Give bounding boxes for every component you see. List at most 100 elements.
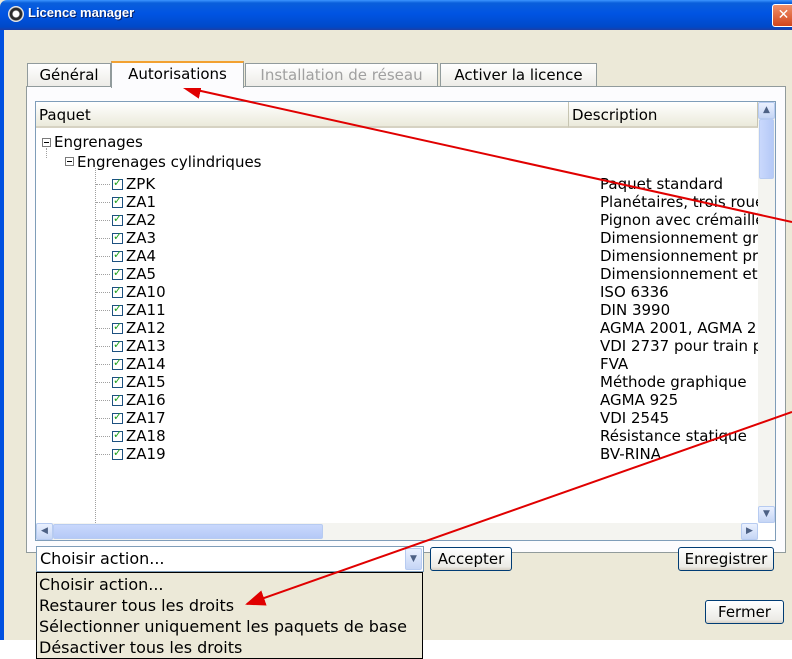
tree-item-za14[interactable]: ZA14 — [126, 356, 166, 372]
tree-connector — [96, 346, 110, 347]
tree-item-za13[interactable]: ZA13 — [126, 338, 166, 354]
accept-button[interactable]: Accepter — [430, 547, 512, 571]
checkbox-za2[interactable] — [112, 212, 123, 226]
package-tree: Paquet Description Engrenages Engrenages… — [35, 101, 776, 541]
tree-item-za11[interactable]: ZA11 — [126, 302, 166, 318]
tree-item-description: VDI 2737 pour train pl — [600, 338, 765, 354]
tree-item-description: Paquet standard — [600, 176, 724, 192]
tree-item-za2[interactable]: ZA2 — [126, 212, 156, 228]
window-title: Licence manager — [28, 5, 135, 20]
tree-item-za5[interactable]: ZA5 — [126, 266, 156, 282]
tree-item-za18[interactable]: ZA18 — [126, 428, 166, 444]
licence-manager-window: Licence manager ✕ Général Autorisations … — [0, 0, 792, 659]
tab-autorisations[interactable]: Autorisations — [111, 61, 244, 88]
checkbox-za17[interactable] — [112, 410, 123, 424]
tree-item-description: BV-RINA — [600, 446, 661, 462]
vertical-scroll-thumb[interactable] — [759, 119, 774, 179]
tree-item-za10[interactable]: ZA10 — [126, 284, 166, 300]
tree-connector — [96, 238, 110, 239]
checkbox-za11[interactable] — [112, 302, 123, 316]
dropdown-option-restore-all[interactable]: Restaurer tous les droits — [39, 595, 234, 616]
column-header-description[interactable]: Description — [569, 102, 758, 128]
tree-item-za3[interactable]: ZA3 — [126, 230, 156, 246]
checkbox-za14[interactable] — [112, 356, 123, 370]
tree-item-za17[interactable]: ZA17 — [126, 410, 166, 426]
tab-installation-reseau-label: Installation de réseau — [260, 66, 423, 84]
tree-connector — [96, 454, 110, 455]
dropdown-option-select-base-only[interactable]: Sélectionner uniquement les paquets de b… — [39, 616, 407, 637]
checkbox-za4[interactable] — [112, 248, 123, 262]
tree-item-description: Planétaires, trois roues — [600, 194, 765, 210]
scroll-up-arrow-icon[interactable]: ▲ — [758, 102, 775, 119]
scroll-left-arrow-icon[interactable]: ◀ — [36, 523, 53, 540]
tree-node-engrenages[interactable]: Engrenages — [54, 134, 143, 150]
collapse-toggle-engrenages[interactable] — [42, 138, 51, 147]
tree-item-za16[interactable]: ZA16 — [126, 392, 166, 408]
tree-connector — [96, 418, 110, 419]
tree-item-za12[interactable]: ZA12 — [126, 320, 166, 336]
collapse-toggle-engrenages-cylindriques[interactable] — [65, 157, 74, 166]
tab-general-label: Général — [39, 66, 99, 84]
dropdown-option-disable-all[interactable]: Désactiver tous les droits — [39, 637, 242, 658]
close-window-button[interactable]: ✕ — [772, 4, 792, 27]
horizontal-scroll-thumb[interactable] — [53, 524, 323, 539]
horizontal-scrollbar[interactable]: ◀ ▶ — [36, 523, 758, 540]
tab-general[interactable]: Général — [27, 63, 111, 87]
tree-item-description: Dimensionnement préc — [600, 248, 765, 264]
checkbox-za19[interactable] — [112, 446, 123, 460]
tab-installation-reseau: Installation de réseau — [245, 63, 438, 87]
action-select-value: Choisir action... — [40, 549, 165, 568]
checkbox-za12[interactable] — [112, 320, 123, 334]
accept-button-label: Accepter — [437, 550, 505, 568]
checkbox-za15[interactable] — [112, 374, 123, 388]
tree-connector — [96, 274, 110, 275]
checkbox-za5[interactable] — [112, 266, 123, 280]
tree-item-description: AGMA 2001, AGMA 21 — [600, 320, 765, 336]
tree-connector — [96, 364, 110, 365]
close-button-label: Fermer — [718, 603, 771, 621]
checkbox-za10[interactable] — [112, 284, 123, 298]
tree-item-za19[interactable]: ZA19 — [126, 446, 166, 462]
tab-autorisations-label: Autorisations — [128, 65, 227, 83]
tree-item-description: Pignon avec crémaillère — [600, 212, 765, 228]
tree-item-description: VDI 2545 — [600, 410, 670, 426]
tree-item-zpk[interactable]: ZPK — [126, 176, 155, 192]
tree-item-description: Dimensionnement et c — [600, 266, 765, 282]
scroll-right-arrow-icon[interactable]: ▶ — [741, 523, 758, 540]
tree-connector — [96, 202, 110, 203]
checkbox-za1[interactable] — [112, 194, 123, 208]
action-dropdown-list: Choisir action... Restaurer tous les dro… — [36, 572, 423, 659]
tree-item-description: Résistance statique — [600, 428, 747, 444]
checkbox-zpk[interactable] — [112, 176, 123, 190]
tree-connector — [96, 310, 110, 311]
tree-connector — [96, 382, 110, 383]
tree-connector — [96, 292, 110, 293]
column-header-package[interactable]: Paquet — [36, 102, 569, 128]
save-button-label: Enregistrer — [684, 550, 768, 568]
tree-item-description: AGMA 925 — [600, 392, 679, 408]
checkbox-za3[interactable] — [112, 230, 123, 244]
tree-connector — [96, 184, 110, 185]
app-icon — [8, 6, 24, 22]
tab-activer-licence[interactable]: Activer la licence — [440, 63, 597, 87]
vertical-scrollbar[interactable]: ▲ ▼ — [758, 102, 775, 523]
checkbox-za18[interactable] — [112, 428, 123, 442]
tree-node-engrenages-cylindriques[interactable]: Engrenages cylindriques — [77, 154, 262, 170]
dropdown-option-choose-action[interactable]: Choisir action... — [39, 574, 164, 595]
checkbox-za16[interactable] — [112, 392, 123, 406]
tree-connector — [96, 400, 110, 401]
title-bar[interactable]: Licence manager ✕ — [0, 0, 792, 30]
tree-item-za4[interactable]: ZA4 — [126, 248, 156, 264]
tree-item-za15[interactable]: ZA15 — [126, 374, 166, 390]
tab-activer-licence-label: Activer la licence — [454, 66, 583, 84]
dropdown-arrow-icon[interactable]: ▼ — [405, 548, 422, 570]
action-select[interactable]: Choisir action... ▼ — [36, 546, 424, 572]
tree-connector — [96, 328, 110, 329]
close-button[interactable]: Fermer — [705, 600, 784, 624]
tree-item-description: Dimensionnement gros — [600, 230, 765, 246]
tree-item-description: DIN 3990 — [600, 302, 671, 318]
save-button[interactable]: Enregistrer — [678, 547, 774, 571]
tree-item-za1[interactable]: ZA1 — [126, 194, 156, 210]
checkbox-za13[interactable] — [112, 338, 123, 352]
scroll-down-arrow-icon[interactable]: ▼ — [758, 506, 775, 523]
